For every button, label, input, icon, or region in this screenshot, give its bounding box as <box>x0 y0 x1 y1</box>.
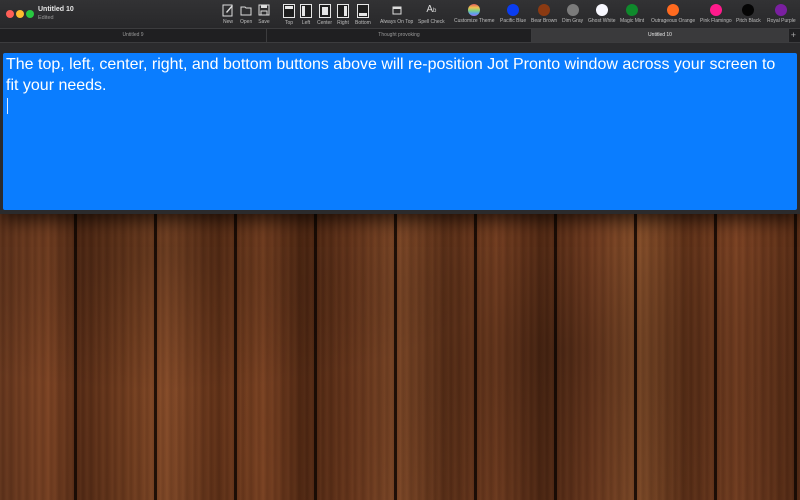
ghost-white-swatch-icon <box>595 4 608 16</box>
theme-pitch-black[interactable]: Pitch Black <box>736 3 761 24</box>
theme-magic-mint[interactable]: Magic Mint <box>620 3 644 24</box>
always-on-top-button[interactable]: Always On Top <box>380 3 413 25</box>
theme-pacific-blue[interactable]: Pacific Blue <box>500 3 526 24</box>
theme-bear-brown[interactable]: Bear Brown <box>531 3 557 24</box>
position-bottom-button[interactable]: Bottom <box>355 3 371 26</box>
folder-icon <box>240 3 252 17</box>
window-subtitle: Edited <box>38 15 54 21</box>
add-tab-button[interactable]: + <box>791 29 796 41</box>
magic-mint-swatch-icon <box>626 4 639 16</box>
bottom-button-label: Bottom <box>355 20 371 26</box>
dim-gray-swatch-icon <box>566 4 579 16</box>
theme-label: Outrageous Orange <box>651 18 696 24</box>
open-button[interactable]: Open <box>240 3 252 25</box>
open-button-label: Open <box>240 19 253 25</box>
outrageous-orange-swatch-icon <box>667 4 680 16</box>
always-on-top-icon <box>391 3 403 17</box>
theme-label: Bear Brown <box>531 18 558 24</box>
tab-thought-provoking[interactable]: Thought provoking <box>267 29 532 42</box>
theme-royal-purple[interactable]: Royal Purple <box>767 3 796 24</box>
bear-brown-swatch-icon <box>538 4 551 16</box>
left-button-label: Left <box>301 20 311 26</box>
jot-pronto-window: Untitled 10 Edited New Open Save Top Lef… <box>0 0 800 214</box>
theme-label: Royal Purple <box>767 18 796 24</box>
theme-pink-flamingo[interactable]: Pink Flamingo <box>700 3 732 24</box>
theme-wheel-icon <box>468 4 481 16</box>
save-button[interactable]: Save <box>258 3 270 25</box>
customize-theme-label: Customize Theme <box>454 18 495 24</box>
toolbar: Untitled 10 Edited New Open Save Top Lef… <box>0 0 800 28</box>
always-on-top-label: Always On Top <box>380 19 414 25</box>
center-button-label: Center <box>317 20 333 26</box>
save-icon <box>258 3 270 17</box>
theme-label: Ghost White <box>588 18 616 24</box>
theme-label: Pacific Blue <box>500 18 527 24</box>
zoom-window-button[interactable] <box>26 10 34 18</box>
royal-purple-swatch-icon <box>775 4 788 16</box>
spell-check-icon: Ab <box>426 4 437 15</box>
close-window-button[interactable] <box>6 10 14 18</box>
theme-dim-gray[interactable]: Dim Gray <box>562 3 583 24</box>
position-center-button[interactable]: Center <box>317 3 332 26</box>
new-note-icon <box>222 3 234 17</box>
text-caret <box>7 98 8 114</box>
pink-flamingo-swatch-icon <box>709 4 722 16</box>
new-button[interactable]: New <box>222 3 234 25</box>
position-top-icon <box>283 4 295 18</box>
new-button-label: New <box>222 19 233 25</box>
top-button-label: Top <box>284 20 294 26</box>
position-right-button[interactable]: Right <box>337 3 349 26</box>
window-title: Untitled 10 <box>38 6 74 13</box>
theme-label: Pink Flamingo <box>700 18 732 24</box>
spell-check-button[interactable]: Ab Spell Check <box>418 3 445 25</box>
theme-outrageous-orange[interactable]: Outrageous Orange <box>651 3 695 24</box>
position-left-button[interactable]: Left <box>300 3 312 26</box>
tab-untitled-10[interactable]: Untitled 10 <box>532 29 789 42</box>
note-text[interactable]: The top, left, center, right, and bottom… <box>6 54 791 96</box>
note-editor[interactable]: The top, left, center, right, and bottom… <box>3 53 797 210</box>
position-right-icon <box>337 4 349 18</box>
theme-label: Pitch Black <box>736 18 761 24</box>
minimize-window-button[interactable] <box>16 10 24 18</box>
theme-label: Dim Gray <box>562 18 584 24</box>
position-top-button[interactable]: Top <box>283 3 295 26</box>
spell-check-label: Spell Check <box>418 19 445 25</box>
position-center-icon <box>318 4 331 18</box>
position-left-icon <box>300 4 312 18</box>
tab-untitled-9[interactable]: Untitled 9 <box>0 29 267 42</box>
tab-bar: Untitled 9 Thought provoking Untitled 10… <box>0 28 800 43</box>
right-button-label: Right <box>337 20 349 26</box>
pitch-black-swatch-icon <box>742 4 755 16</box>
customize-theme-button[interactable]: Customize Theme <box>454 3 494 24</box>
position-bottom-icon <box>356 4 369 18</box>
theme-label: Magic Mint <box>620 18 645 24</box>
pacific-blue-swatch-icon <box>507 4 520 16</box>
save-button-label: Save <box>258 19 270 25</box>
theme-ghost-white[interactable]: Ghost White <box>588 3 616 24</box>
